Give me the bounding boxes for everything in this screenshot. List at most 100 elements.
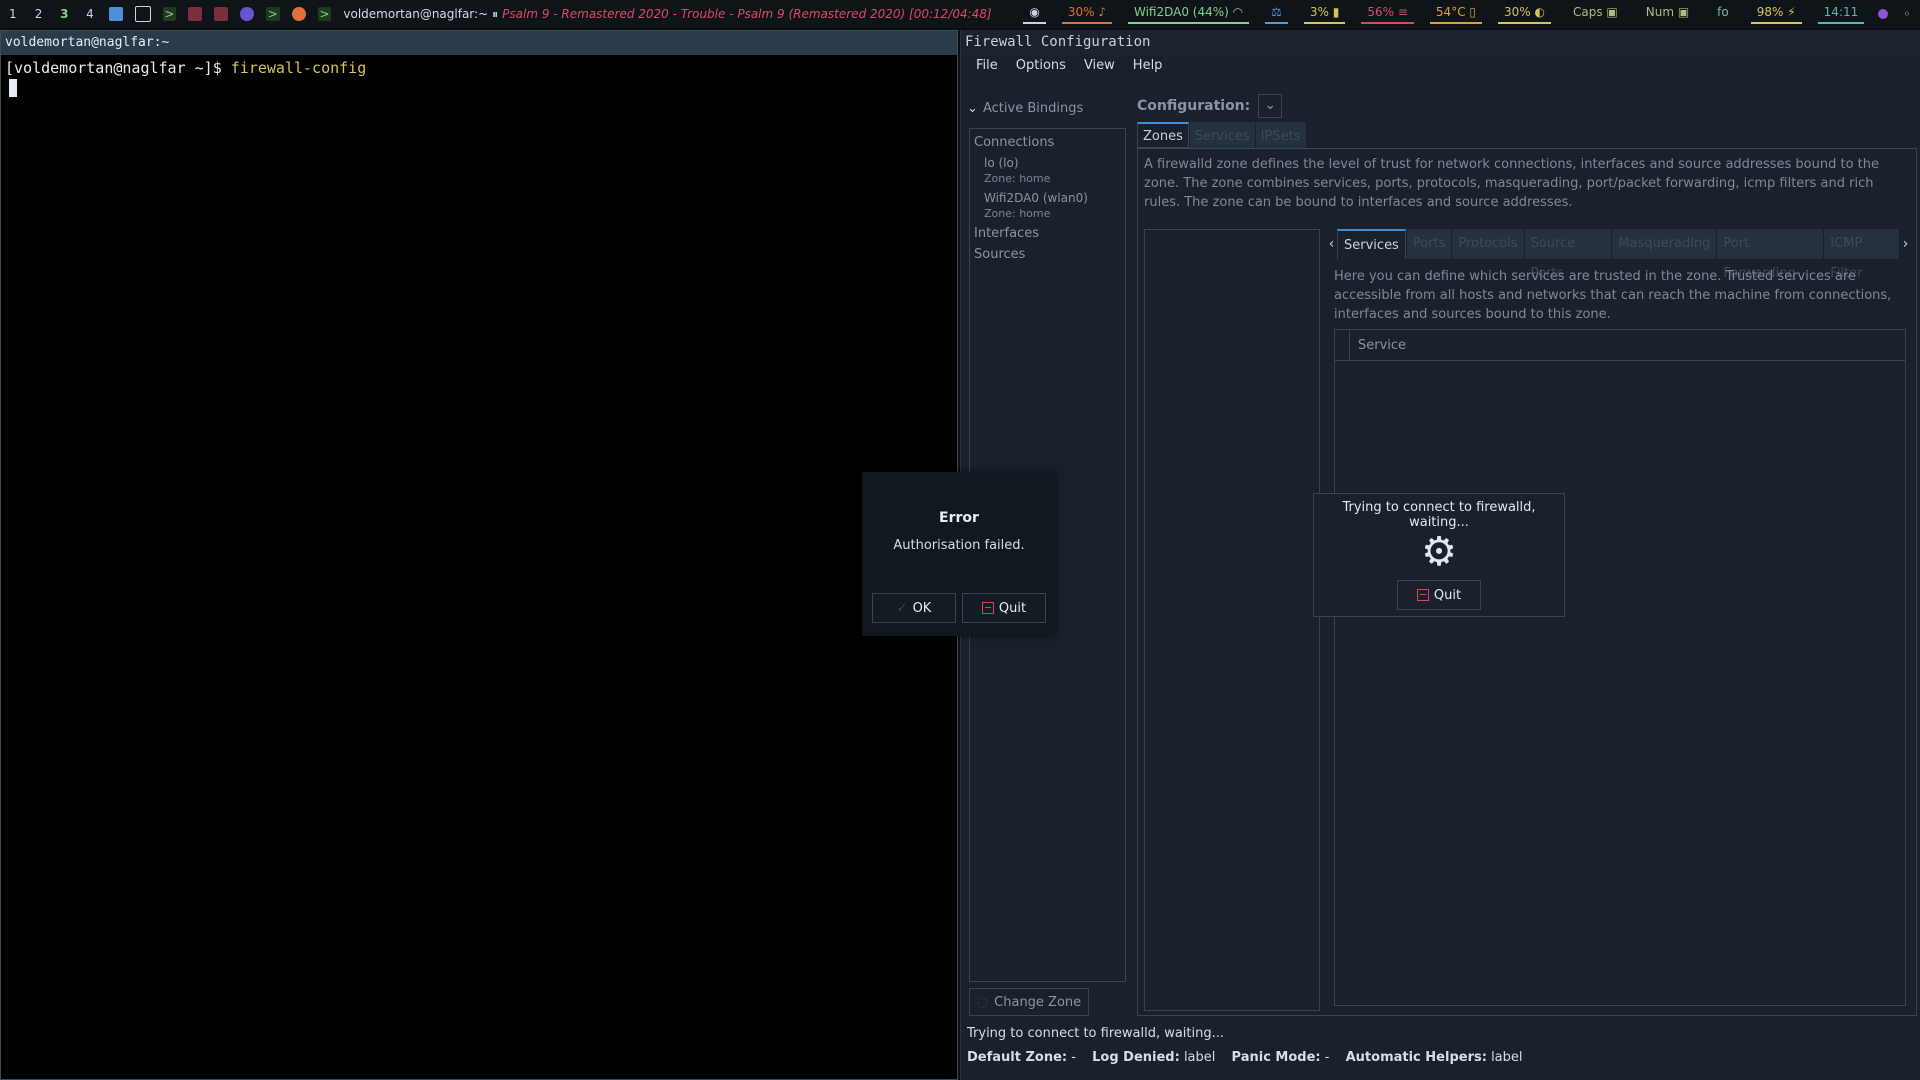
chevron-down-icon: ⌄ <box>967 100 978 116</box>
battery-indicator: 98% ⚡ <box>1750 4 1802 24</box>
wifi-value: Wifi2DA0 (44%) <box>1133 4 1229 19</box>
automatic-helpers-label: Automatic Helpers: <box>1345 1050 1487 1065</box>
subtab-services[interactable]: Services <box>1337 229 1406 259</box>
sources-header[interactable]: Sources <box>970 241 1125 262</box>
subtab-source-ports[interactable]: Source Ports <box>1524 229 1612 281</box>
checkbox-column-header <box>1335 330 1350 360</box>
chevron-right-icon[interactable]: › <box>1900 236 1911 252</box>
terminal-icon-2[interactable]: > <box>265 7 280 21</box>
ok-button[interactable]: ✓ OK <box>872 593 956 623</box>
brightness-indicator[interactable]: 30% ◐ <box>1498 5 1551 24</box>
tab-zones[interactable]: Zones <box>1137 122 1189 148</box>
connection-lo[interactable]: lo (lo) <box>970 150 1125 170</box>
change-zone-label: Change Zone <box>994 994 1082 1010</box>
app-icon-purple[interactable] <box>240 7 254 21</box>
menu-file[interactable]: File <box>976 58 998 73</box>
subtab-protocols[interactable]: Protocols <box>1452 229 1524 259</box>
terminal-icon[interactable]: > <box>162 7 177 21</box>
pause-icon[interactable]: ⏸ <box>492 7 498 22</box>
media-now-playing: Psalm 9 - Remastered 2020 - Trouble - Ps… <box>502 7 992 21</box>
default-zone-value: - <box>1071 1050 1076 1065</box>
battery-value: 98% <box>1756 4 1784 19</box>
main-tabs: Zones Services IPSets <box>1137 122 1307 148</box>
connection-wifi-zone: Zone: home <box>984 207 1051 220</box>
workspace-4[interactable]: 4 <box>77 7 103 21</box>
brightness-value: 30% <box>1504 4 1531 19</box>
memory-value: 56% <box>1367 4 1395 19</box>
services-description: Here you can define which services are t… <box>1334 269 1892 322</box>
app-icon-red-2[interactable] <box>214 7 229 21</box>
terminal-cursor <box>1 77 957 101</box>
cpu-scale-icon: ⚖ <box>1265 5 1288 24</box>
change-zone-button[interactable]: ◌ Change Zone <box>969 988 1089 1016</box>
keyboard-layout[interactable]: fo <box>1711 5 1735 24</box>
clock[interactable]: 14:11 <box>1817 5 1865 24</box>
active-window-title: voldemortan@naglfar:~ <box>343 7 489 21</box>
notification-icon[interactable] <box>1878 9 1889 19</box>
default-zone-label: Default Zone: <box>967 1050 1068 1065</box>
terminal-icon-3[interactable]: > <box>317 7 332 21</box>
mail-icon[interactable] <box>108 7 123 21</box>
interfaces-header[interactable]: Interfaces <box>970 220 1125 241</box>
service-column-header[interactable]: Service <box>1350 338 1406 353</box>
top-panel: 1 2 3 4 > > > voldemortan@naglfar:~ ⏸ Ps… <box>0 0 1920 28</box>
services-table[interactable]: Service <box>1334 329 1906 1006</box>
connection-lo-zone: Zone: home <box>984 172 1051 185</box>
change-zone-icon: ◌ <box>976 994 989 1010</box>
check-icon: ✓ <box>896 600 908 616</box>
subtab-icmp-filter[interactable]: ICMP Filter <box>1824 229 1899 281</box>
menu-options[interactable]: Options <box>1016 58 1066 73</box>
error-message: Authorisation failed. <box>893 538 1025 553</box>
connection-wifi[interactable]: Wifi2DA0 (wlan0) <box>970 185 1125 205</box>
window-icon[interactable] <box>134 6 151 22</box>
firefox-icon[interactable] <box>291 7 306 21</box>
quit-button[interactable]: Quit <box>962 593 1046 623</box>
chevron-left-icon[interactable]: ‹ <box>1326 236 1337 252</box>
connecting-message: Trying to connect to firewalld, waiting.… <box>1342 500 1536 530</box>
volume-indicator[interactable]: 30% ♪ <box>1061 5 1112 24</box>
terminal-prompt-line: [voldemortan@naglfar ~]$ firewall-config <box>1 55 957 77</box>
connecting-quit-button[interactable]: Quit <box>1397 580 1481 610</box>
quit-icon <box>1416 589 1429 601</box>
status-bar: Default Zone: - Log Denied: label Panic … <box>967 1050 1535 1065</box>
menubar: File Options View Help <box>961 54 1920 76</box>
tab-services[interactable]: Services <box>1189 122 1255 148</box>
status-message: Trying to connect to firewalld, waiting.… <box>967 1026 1225 1041</box>
subtab-masquerading[interactable]: Masquerading <box>1612 229 1717 259</box>
zone-list[interactable] <box>1144 229 1320 1011</box>
workspace-2[interactable]: 2 <box>26 7 52 21</box>
error-title: Error <box>939 510 979 526</box>
panic-mode-value: - <box>1324 1050 1330 1065</box>
zone-description: A firewalld zone defines the level of tr… <box>1144 157 1880 210</box>
subtab-port-forwarding[interactable]: Port Forwarding <box>1717 229 1824 281</box>
error-dialog: Error Authorisation failed. ✓ OK Quit <box>862 472 1056 636</box>
active-bindings-toggle[interactable]: ⌄ Active Bindings <box>967 96 1139 120</box>
window-title: Firewall Configuration <box>961 30 1920 54</box>
ok-label: OK <box>912 600 932 616</box>
menu-view[interactable]: View <box>1084 58 1115 73</box>
terminal-prompt: [voldemortan@naglfar ~]$ <box>5 59 231 77</box>
configuration-select[interactable]: ⌄ <box>1258 94 1283 118</box>
active-bindings-label: Active Bindings <box>983 100 1084 116</box>
services-table-header: Service <box>1335 330 1905 361</box>
wifi-indicator[interactable]: Wifi2DA0 (44%) ◠ <box>1127 4 1250 24</box>
app-icon-red-1[interactable] <box>188 7 203 21</box>
power-icon[interactable]: ◦ <box>1900 7 1914 21</box>
panic-mode-label: Panic Mode: <box>1231 1050 1321 1065</box>
connections-header[interactable]: Connections <box>970 129 1125 150</box>
tab-ipsets[interactable]: IPSets <box>1255 122 1306 148</box>
num-value: Num <box>1645 4 1675 19</box>
gear-icon: ⚙ <box>1421 529 1457 575</box>
workspace-1[interactable]: 1 <box>0 7 26 21</box>
menu-help[interactable]: Help <box>1133 58 1163 73</box>
subtab-ports[interactable]: Ports <box>1406 229 1452 259</box>
configuration-label: Configuration: <box>1137 98 1251 114</box>
zone-sub-tabs: ‹ Services Ports Protocols Source Ports … <box>1326 229 1911 281</box>
caps-value: Caps <box>1572 4 1603 19</box>
workspace-3[interactable]: 3 <box>51 7 77 21</box>
automatic-helpers-value: label <box>1491 1050 1523 1065</box>
terminal-title: voldemortan@naglfar:~ <box>1 31 957 55</box>
num-lock-indicator: Num ▣ <box>1645 4 1690 19</box>
eye-icon: ◉ <box>1023 5 1046 24</box>
terminal-window[interactable]: voldemortan@naglfar:~ [voldemortan@naglf… <box>0 30 958 1080</box>
